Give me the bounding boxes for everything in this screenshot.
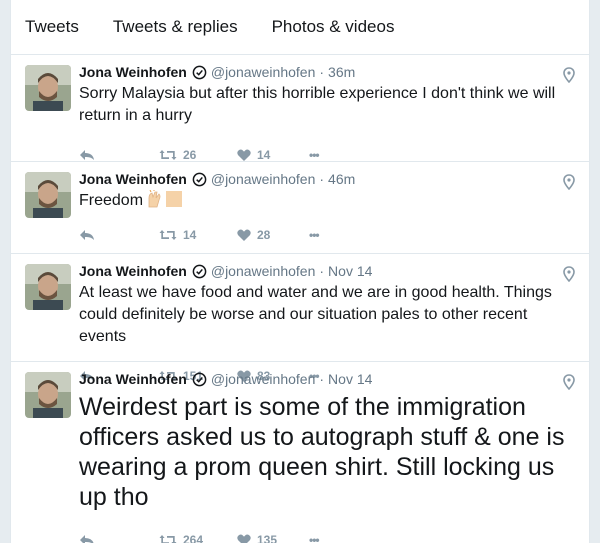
avatar[interactable] [25,372,71,418]
tweet-actions: 264 135 ••• [79,520,575,543]
separator-dot: · [319,64,325,80]
author-handle[interactable]: @jonaweinhofen [211,370,316,388]
author-name[interactable]: Jona Weinhofen [79,262,187,280]
like-button[interactable]: 135 [237,533,309,543]
author-handle[interactable]: @jonaweinhofen [211,170,316,188]
avatar[interactable] [25,65,71,111]
more-icon: ••• [309,228,320,242]
more-button[interactable]: ••• [309,533,320,543]
verified-icon [192,65,207,79]
separator-dot: · [319,263,325,279]
retweet-button[interactable]: 26 [159,148,237,162]
retweet-count: 26 [183,148,197,162]
tab-tweets-and-replies[interactable]: Tweets & replies [113,17,238,37]
author-name[interactable]: Jona Weinhofen [79,370,187,388]
reply-icon [80,150,94,160]
tweet-header: Jona Weinhofen @jonaweinhofen · Nov 14 [79,262,575,280]
verified-icon [192,264,207,278]
heart-icon [237,149,251,161]
more-button[interactable]: ••• [309,148,320,162]
tweet-header: Jona Weinhofen @jonaweinhofen · Nov 14 [79,370,575,388]
heart-icon [237,229,251,241]
tweet-text-content: Freedom [79,192,144,209]
more-icon: ••• [309,533,320,543]
like-count: 28 [257,228,271,242]
tweet-header: Jona Weinhofen @jonaweinhofen · 46m [79,170,575,188]
retweet-icon [159,230,177,240]
profile-tabs: Tweets Tweets & replies Photos & videos [11,0,589,55]
location-pin-icon[interactable] [563,266,575,282]
reply-button[interactable] [79,229,159,241]
reply-icon [80,535,94,543]
location-pin-icon[interactable] [563,374,575,390]
tweet-text: Sorry Malaysia but after this horrible e… [79,85,556,124]
tweet-text: Weirdest part is some of the immigration… [79,393,565,511]
like-count: 135 [257,533,278,543]
tweet-timestamp[interactable]: Nov 14 [328,370,372,388]
tweet-timestamp[interactable]: Nov 14 [328,262,372,280]
heart-icon [237,534,251,543]
tweet-timestamp[interactable]: 36m [328,63,355,81]
retweet-count: 264 [183,533,204,543]
tweet[interactable]: Jona Weinhofen @jonaweinhofen · Nov 14 A… [11,254,589,383]
retweet-icon [159,535,177,543]
author-name[interactable]: Jona Weinhofen [79,63,187,81]
author-name[interactable]: Jona Weinhofen [79,170,187,188]
profile-timeline: Tweets Tweets & replies Photos & videos … [10,0,590,543]
tweet[interactable]: Jona Weinhofen @jonaweinhofen · 36m Sorr… [11,55,589,162]
tweet-text: Freedom [79,190,575,212]
reply-button[interactable] [79,149,159,161]
raised-hands-emoji [149,190,183,208]
location-pin-icon[interactable] [563,67,575,83]
retweet-button[interactable]: 264 [159,533,237,543]
avatar[interactable] [25,264,71,310]
tab-tweets[interactable]: Tweets [25,17,79,37]
tweet[interactable]: Jona Weinhofen @jonaweinhofen · Nov 14 W… [11,362,589,543]
tweet[interactable]: Jona Weinhofen @jonaweinhofen · 46m Free… [11,162,589,254]
separator-dot: · [319,171,325,187]
more-button[interactable]: ••• [309,228,320,242]
verified-icon [192,372,207,386]
tweet-timestamp[interactable]: 46m [328,170,355,188]
separator-dot: · [319,371,325,387]
reply-button[interactable] [79,534,159,543]
like-button[interactable]: 14 [237,148,309,162]
retweet-count: 14 [183,228,197,242]
like-button[interactable]: 28 [237,228,309,242]
tab-photos-and-videos[interactable]: Photos & videos [272,17,395,37]
author-handle[interactable]: @jonaweinhofen [211,63,316,81]
like-count: 14 [257,148,271,162]
more-icon: ••• [309,148,320,162]
tweet-header: Jona Weinhofen @jonaweinhofen · 36m [79,63,575,81]
retweet-button[interactable]: 14 [159,228,237,242]
avatar[interactable] [25,172,71,218]
tweet-text: At least we have food and water and we a… [79,284,552,345]
verified-icon [192,172,207,186]
location-pin-icon[interactable] [563,174,575,190]
author-handle[interactable]: @jonaweinhofen [211,262,316,280]
reply-icon [80,230,94,240]
tweet-actions: 14 28 ••• [79,215,575,255]
retweet-icon [159,150,177,160]
